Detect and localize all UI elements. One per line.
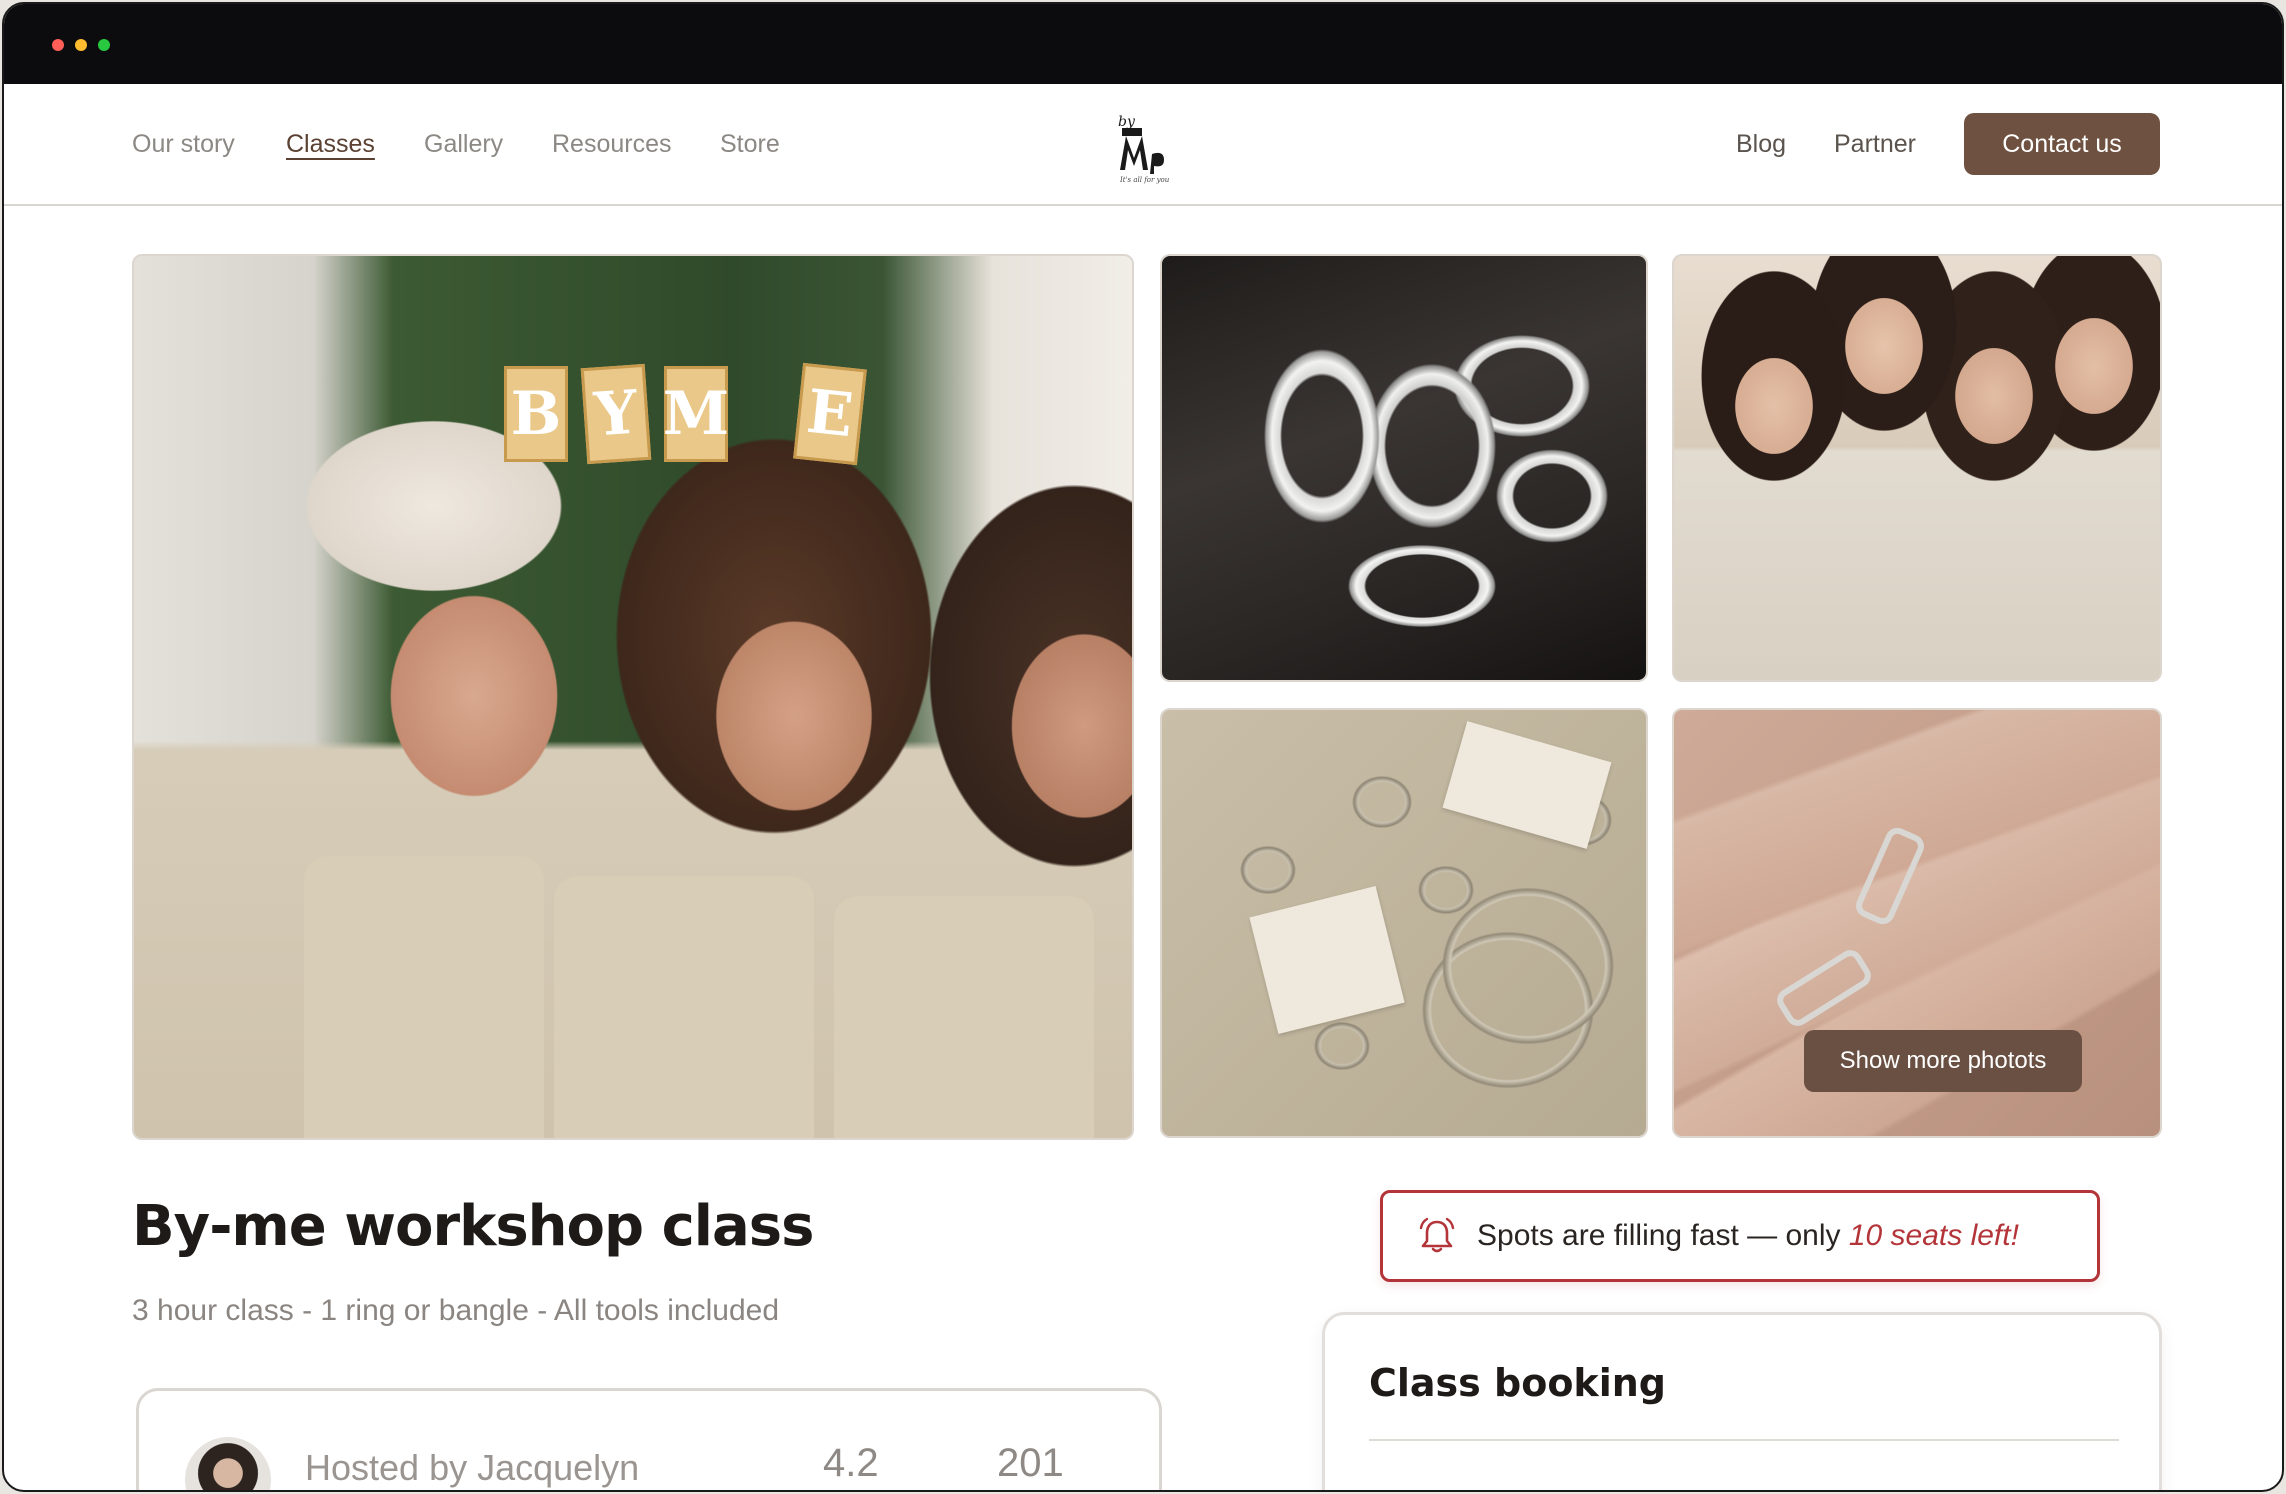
host-label: Hosted by Jacquelyn (305, 1447, 640, 1488)
apron-shape (304, 856, 544, 1138)
browser-window: Our story Classes Gallery Resources Stor… (2, 2, 2284, 1492)
nav-link-resources[interactable]: Resources (552, 130, 672, 159)
nav-link-store[interactable]: Store (720, 130, 780, 159)
class-subtitle: 3 hour class - 1 ring or bangle - All to… (132, 1294, 780, 1327)
minimize-window-icon[interactable] (75, 39, 87, 51)
alert-seats-left: 10 seats left! (1848, 1219, 2019, 1252)
banner-letter-decoration: E (793, 362, 867, 466)
nav-link-blog[interactable]: Blog (1736, 130, 1786, 159)
host-review-count: 201 (997, 1441, 1064, 1485)
banner-letter-decoration: M (663, 366, 729, 462)
maximize-window-icon[interactable] (98, 39, 110, 51)
host-card: Hosted by Jacquelyn 4.2 201 (136, 1388, 1162, 1490)
bell-icon (1419, 1217, 1455, 1253)
banner-letter-decoration: B (504, 366, 568, 462)
close-window-icon[interactable] (52, 39, 64, 51)
apron-shape (834, 896, 1094, 1138)
seats-alert-banner: Spots are filling fast — only 10 seats l… (1380, 1190, 2100, 1282)
alert-message: Spots are filling fast — only 10 seats l… (1477, 1219, 2019, 1253)
nav-link-partner[interactable]: Partner (1834, 130, 1916, 159)
show-more-photos-button[interactable]: Show more photots (1804, 1030, 2082, 1092)
booking-divider (1369, 1439, 2119, 1441)
host-avatar[interactable] (185, 1437, 271, 1490)
banner-letter-decoration: Y (580, 363, 652, 465)
nav-link-classes[interactable]: Classes (286, 130, 375, 159)
by-me-logo-icon[interactable]: by It's all for you (1112, 106, 1182, 186)
nav-link-gallery[interactable]: Gallery (424, 130, 503, 159)
nav-link-our-story[interactable]: Our story (132, 130, 235, 159)
ring-band (1852, 824, 1928, 928)
bangles-and-rings-photo[interactable] (1160, 708, 1648, 1138)
class-booking-card: Class booking (1322, 1312, 2162, 1490)
window-titlebar (4, 4, 2282, 84)
top-navigation: Our story Classes Gallery Resources Stor… (4, 84, 2282, 206)
workshop-group-photo[interactable]: B Y M E (132, 254, 1134, 1140)
class-title: By-me workshop class (132, 1194, 814, 1259)
handwritten-note (1442, 721, 1612, 849)
apron-shape (554, 876, 814, 1138)
students-with-hammers-photo[interactable] (1672, 254, 2162, 682)
stamped-rings-photo[interactable] (1160, 254, 1648, 682)
ring-band (1772, 945, 1876, 1031)
contact-us-button[interactable]: Contact us (1964, 113, 2160, 175)
alert-text: Spots are filling fast — only (1477, 1219, 1849, 1252)
host-rating: 4.2 (823, 1441, 879, 1485)
logo-tagline: It's all for you (1119, 176, 1170, 184)
booking-title: Class booking (1369, 1361, 1666, 1405)
svg-text:by: by (1118, 114, 1136, 130)
handwritten-note (1249, 886, 1405, 1034)
